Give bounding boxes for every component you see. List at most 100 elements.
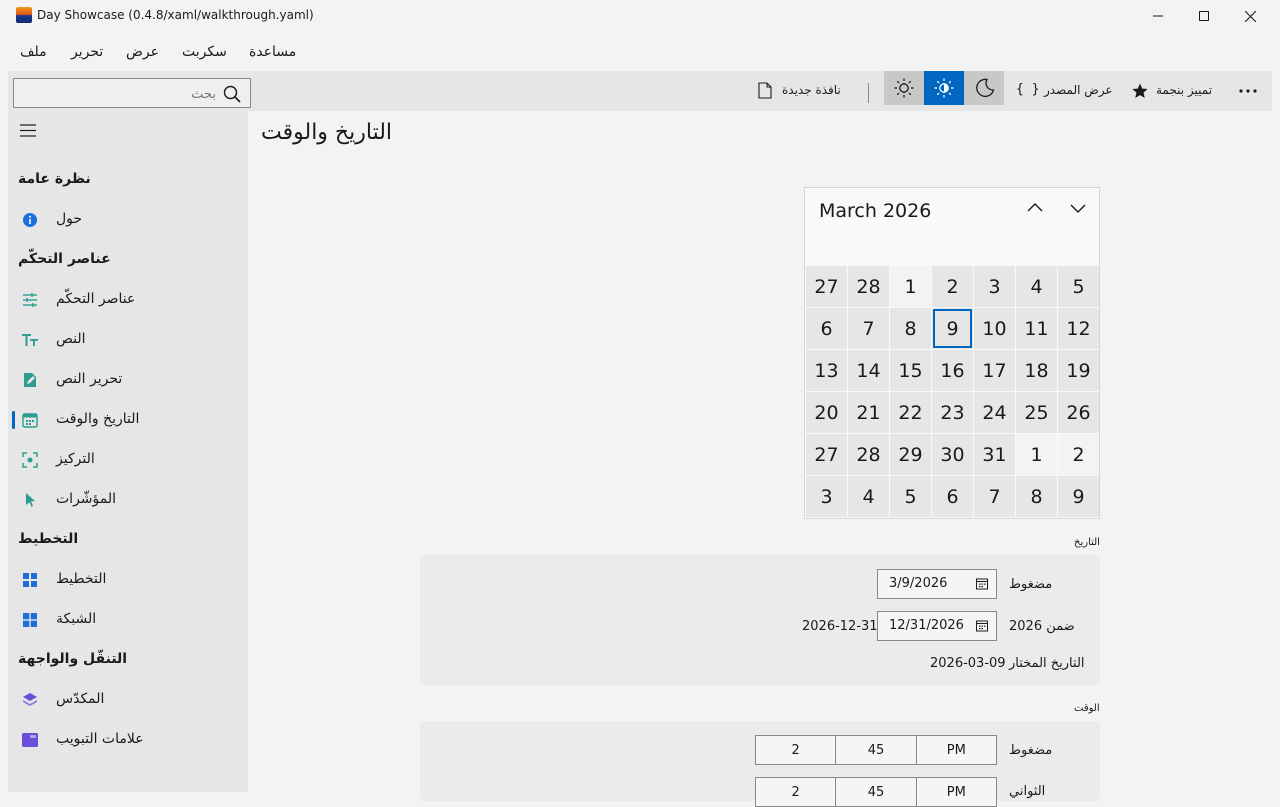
sidebar-item-text[interactable]: النص xyxy=(8,322,248,358)
calendar-day[interactable]: 1 xyxy=(1016,434,1057,475)
calendar-day[interactable]: 29 xyxy=(890,434,931,475)
menu-edit[interactable]: تحرير xyxy=(71,44,103,60)
period-segment[interactable]: PM xyxy=(915,736,996,764)
minute-segment[interactable]: 45 xyxy=(835,778,915,806)
calendar-day[interactable]: 4 xyxy=(1016,266,1057,307)
minute-segment[interactable]: 45 xyxy=(835,736,915,764)
sidebar-item-label: النص xyxy=(56,331,86,347)
calendar-day[interactable]: 27 xyxy=(806,434,847,475)
calendar-day[interactable]: 20 xyxy=(806,392,847,433)
more-options-button[interactable] xyxy=(1232,71,1264,105)
menu-help[interactable]: مساعدة xyxy=(249,44,296,60)
calendar-day[interactable]: 15 xyxy=(890,350,931,391)
minimize-button[interactable] xyxy=(1135,0,1181,32)
menu-script[interactable]: سكربت xyxy=(182,44,227,60)
calendar-day[interactable]: 25 xyxy=(1016,392,1057,433)
compact-time-picker[interactable]: 2 45 PM xyxy=(755,735,997,765)
sidebar-item-stack[interactable]: المكدّس xyxy=(8,682,248,718)
calendar-day[interactable]: 31 xyxy=(974,434,1015,475)
sidebar-item-label: تحرير النص xyxy=(56,371,123,387)
calendar-day[interactable]: 23 xyxy=(932,392,973,433)
app-logo-icon xyxy=(16,7,32,23)
calendar-day[interactable]: 22 xyxy=(890,392,931,433)
calendar-day[interactable]: 19 xyxy=(1058,350,1099,391)
sidebar-item-cursors[interactable]: المؤشّرات xyxy=(8,482,248,518)
calendar-day[interactable]: 3 xyxy=(806,476,847,517)
calendar-day[interactable]: 9 xyxy=(1058,476,1099,517)
search-icon[interactable] xyxy=(223,85,241,103)
stack-icon xyxy=(23,693,37,706)
selected-date-value: 2026-03-09 xyxy=(930,656,1006,671)
compact-date-picker[interactable]: 3/9/2026 xyxy=(877,569,997,599)
calendar-day[interactable]: 5 xyxy=(890,476,931,517)
calendar-day[interactable]: 5 xyxy=(1058,266,1099,307)
calendar-day[interactable]: 24 xyxy=(974,392,1015,433)
page-title: التاريخ والوقت xyxy=(261,120,393,145)
maximize-button[interactable] xyxy=(1181,0,1227,32)
chevron-down-icon[interactable] xyxy=(1069,202,1087,214)
within-2026-date-picker[interactable]: 12/31/2026 xyxy=(877,611,997,641)
calendar-day[interactable]: 30 xyxy=(932,434,973,475)
calendar-day[interactable]: 18 xyxy=(1016,350,1057,391)
nav-section-navigation: التنقّل والواجهة xyxy=(18,651,128,667)
search-input[interactable] xyxy=(16,84,216,104)
menu-view[interactable]: عرض xyxy=(126,44,159,60)
edit-text-icon xyxy=(24,373,36,387)
menu-file[interactable]: ملف xyxy=(20,44,47,60)
new-window-button[interactable]: نافذة جديدة xyxy=(750,71,850,105)
compact-time-label: مضغوط xyxy=(1009,743,1053,758)
light-theme-button[interactable] xyxy=(884,71,924,105)
calendar-day[interactable]: 8 xyxy=(890,308,931,349)
calendar-day[interactable]: 2 xyxy=(932,266,973,307)
calendar-day[interactable]: 16 xyxy=(932,350,973,391)
calendar-day[interactable]: 3 xyxy=(974,266,1015,307)
calendar-day[interactable]: 21 xyxy=(848,392,889,433)
seconds-time-picker[interactable]: 2 45 PM xyxy=(755,777,997,807)
calendar-day[interactable]: 7 xyxy=(974,476,1015,517)
chevron-up-icon[interactable] xyxy=(1026,202,1044,214)
sidebar-item-edit-text[interactable]: تحرير النص xyxy=(8,362,248,398)
calendar-day[interactable]: 27 xyxy=(806,266,847,307)
sidebar-item-controls[interactable]: عناصر التحكّم xyxy=(8,282,248,318)
search-box xyxy=(13,78,251,108)
calendar-day[interactable]: 2 xyxy=(1058,434,1099,475)
calendar-month-label[interactable]: March 2026 xyxy=(819,200,931,222)
calendar-day-today[interactable]: 9 xyxy=(932,308,973,349)
within-2026-iso-value: 2026-12-31 xyxy=(802,619,878,634)
sidebar-item-about[interactable]: حول xyxy=(8,202,248,238)
title-bar: Day Showcase (0.4.8/xaml/walkthrough.yam… xyxy=(0,0,1280,32)
calendar-day[interactable]: 6 xyxy=(932,476,973,517)
sidebar-item-tabs[interactable]: علامات التبويب xyxy=(8,722,248,758)
calendar-day[interactable]: 10 xyxy=(974,308,1015,349)
sidebar-item-label: الشبكة xyxy=(56,611,97,627)
date-value: 12/31/2026 xyxy=(889,618,964,633)
hamburger-menu-icon[interactable] xyxy=(20,124,36,137)
sidebar-item-layout[interactable]: التخطيط xyxy=(8,562,248,598)
calendar-day[interactable]: 8 xyxy=(1016,476,1057,517)
sidebar-item-focus[interactable]: التركيز xyxy=(8,442,248,478)
calendar-day[interactable]: 6 xyxy=(806,308,847,349)
calendar-day[interactable]: 12 xyxy=(1058,308,1099,349)
sidebar-item-grid[interactable]: الشبكة xyxy=(8,602,248,638)
calendar-day[interactable]: 4 xyxy=(848,476,889,517)
period-segment[interactable]: PM xyxy=(915,778,996,806)
star-button[interactable]: تمييز بنجمة xyxy=(1126,71,1222,105)
calendar-day[interactable]: 11 xyxy=(1016,308,1057,349)
calendar-day[interactable]: 28 xyxy=(848,434,889,475)
calendar-day[interactable]: 26 xyxy=(1058,392,1099,433)
calendar-day[interactable]: 17 xyxy=(974,350,1015,391)
auto-theme-button[interactable] xyxy=(924,71,964,105)
window-title: Day Showcase (0.4.8/xaml/walkthrough.yam… xyxy=(37,8,314,22)
hour-segment[interactable]: 2 xyxy=(756,778,835,806)
calendar-day[interactable]: 14 xyxy=(848,350,889,391)
calendar-day[interactable]: 1 xyxy=(890,266,931,307)
hour-segment[interactable]: 2 xyxy=(756,736,835,764)
close-button[interactable] xyxy=(1227,0,1273,32)
calendar-day[interactable]: 7 xyxy=(848,308,889,349)
dark-theme-button[interactable] xyxy=(964,71,1004,105)
info-icon xyxy=(23,213,37,227)
calendar-day[interactable]: 28 xyxy=(848,266,889,307)
view-source-button[interactable]: { } عرض المصدر xyxy=(1010,71,1118,105)
calendar-day[interactable]: 13 xyxy=(806,350,847,391)
sidebar-item-date-time[interactable]: التاريخ والوقت xyxy=(8,402,248,438)
